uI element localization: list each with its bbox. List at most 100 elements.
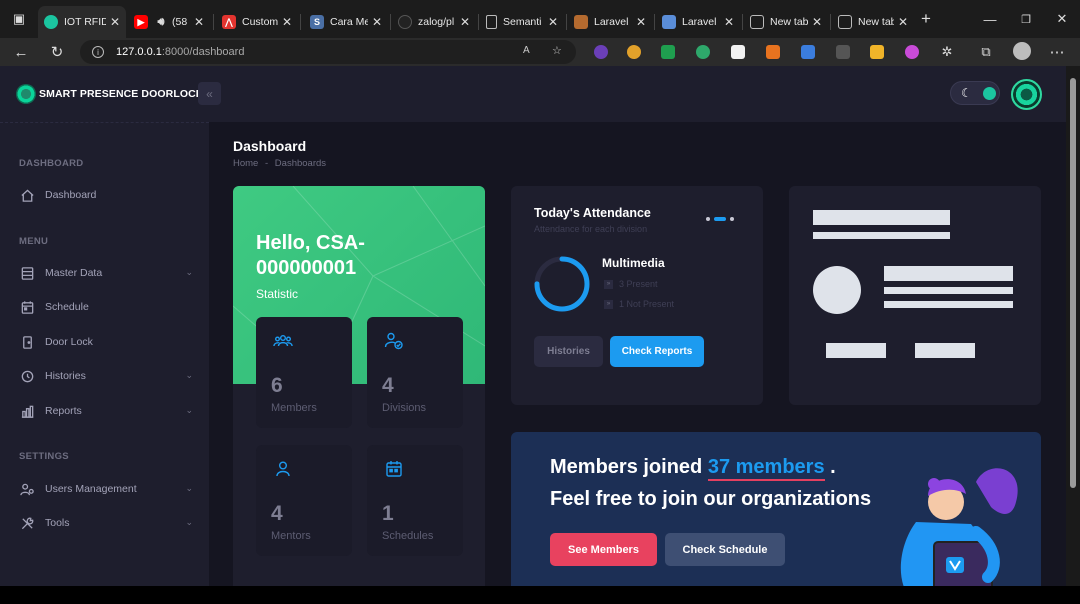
minimize-icon[interactable]: — bbox=[979, 8, 1001, 30]
restore-icon[interactable]: ❐ bbox=[1015, 8, 1037, 30]
laracasts-icon bbox=[574, 15, 588, 29]
browser-tab-8[interactable]: New tab ✕ bbox=[744, 8, 828, 36]
close-icon[interactable]: ✕ bbox=[282, 15, 292, 29]
stat-value: 1 bbox=[382, 502, 394, 525]
carousel-indicators[interactable] bbox=[706, 217, 734, 221]
youtube-icon: ▶ bbox=[134, 15, 148, 29]
sidebar-item-dashboard[interactable]: Dashboard bbox=[19, 184, 195, 206]
attendance-title: Today's Attendance bbox=[534, 206, 651, 220]
double-chevron-left-icon: « bbox=[206, 86, 213, 101]
close-icon[interactable]: ✕ bbox=[460, 15, 470, 29]
metamask-icon[interactable] bbox=[766, 45, 780, 59]
logo-icon[interactable] bbox=[16, 84, 36, 104]
present-line: » 3 Present bbox=[604, 279, 658, 289]
breadcrumb-separator: - bbox=[264, 158, 269, 169]
close-icon[interactable]: ✕ bbox=[812, 15, 822, 29]
favorite-star-icon[interactable]: ☆ bbox=[552, 44, 562, 57]
stat-card-members[interactable]: 6 Members bbox=[256, 317, 352, 428]
tab-title: Laravel bbox=[594, 16, 629, 28]
chrome-extension-icon[interactable] bbox=[627, 45, 641, 59]
attendance-division: Multimedia bbox=[602, 256, 665, 270]
stat-card-divisions[interactable]: 4 Divisions bbox=[367, 317, 463, 428]
docs-extension-icon[interactable] bbox=[801, 45, 815, 59]
s-icon: S bbox=[310, 15, 324, 29]
color-picker-icon[interactable] bbox=[905, 45, 919, 59]
browser-tab-0[interactable]: IOT RFID ✕ bbox=[38, 6, 126, 38]
collections-icon[interactable]: ⧉ bbox=[975, 41, 997, 63]
welcome-subtitle: Statistic bbox=[256, 287, 299, 301]
app-header: SMART PRESENCE DOORLOCK « ☾ bbox=[0, 66, 1066, 122]
sidebar-item-tools[interactable]: Tools ⌄ bbox=[19, 512, 195, 534]
sidebar-item-reports[interactable]: Reports ⌄ bbox=[19, 400, 195, 422]
users-gear-icon bbox=[19, 481, 36, 498]
brand-name[interactable]: SMART PRESENCE DOORLOCK bbox=[39, 88, 203, 100]
theme-toggle[interactable]: ☾ bbox=[950, 81, 1000, 105]
user-icon bbox=[276, 461, 290, 477]
browser-tab-1[interactable]: ▶ 🔊︎ (58 ✕ bbox=[128, 8, 210, 36]
stat-label: Divisions bbox=[382, 402, 427, 414]
browser-tab-7[interactable]: Laravel ✕ bbox=[656, 8, 740, 36]
close-icon[interactable]: ✕ bbox=[898, 15, 908, 29]
see-members-button[interactable]: See Members bbox=[550, 533, 657, 566]
puzzle-icon[interactable]: ✲ bbox=[936, 41, 958, 63]
sidebar-item-master-data[interactable]: Master Data ⌄ bbox=[19, 262, 195, 284]
tools-icon bbox=[19, 515, 36, 532]
extension-badge-icon[interactable] bbox=[594, 45, 608, 59]
profile-icon[interactable] bbox=[1013, 42, 1031, 60]
folder-extension-icon[interactable] bbox=[870, 45, 884, 59]
sidebar-item-door-lock[interactable]: Door Lock bbox=[19, 331, 195, 353]
tab-actions-icon[interactable]: ▣ bbox=[8, 8, 30, 30]
close-icon[interactable]: ✕ bbox=[636, 15, 646, 29]
url-input[interactable]: i 127.0.0.1:8000/dashboard A ☆ bbox=[80, 40, 576, 64]
sidebar-collapse-button[interactable]: « bbox=[198, 82, 221, 105]
sidebar-item-schedule[interactable]: Schedule bbox=[19, 296, 195, 318]
sidebar-item-label: Tools bbox=[45, 517, 70, 529]
members-banner: Members joined 37 members . Feel free to… bbox=[511, 432, 1041, 586]
bookmark-extension-icon[interactable] bbox=[731, 45, 745, 59]
new-tab-button[interactable]: + bbox=[915, 8, 937, 30]
stat-card-mentors[interactable]: 4 Mentors bbox=[256, 445, 352, 556]
code-extension-icon[interactable] bbox=[836, 45, 850, 59]
close-icon[interactable]: ✕ bbox=[110, 15, 120, 29]
browser-tab-3[interactable]: S Cara Me ✕ bbox=[304, 8, 388, 36]
banner-prefix: Members joined bbox=[550, 456, 703, 478]
chevron-down-icon: ⌄ bbox=[185, 267, 193, 277]
browser-tab-2[interactable]: ⋀ Custom ✕ bbox=[216, 8, 298, 36]
close-icon[interactable]: ✕ bbox=[194, 15, 204, 29]
close-icon[interactable]: ✕ bbox=[724, 15, 734, 29]
eye-extension-icon[interactable] bbox=[696, 45, 710, 59]
close-icon[interactable]: ✕ bbox=[372, 15, 382, 29]
browser-tab-4[interactable]: zalog/pl ✕ bbox=[392, 8, 476, 36]
stat-label: Members bbox=[271, 402, 317, 414]
avatar[interactable] bbox=[1011, 79, 1042, 110]
scrollbar-thumb[interactable] bbox=[1070, 78, 1076, 488]
browser-tab-9[interactable]: New tab ✕ bbox=[832, 8, 914, 36]
read-aloud-icon[interactable]: A bbox=[523, 45, 530, 56]
sheets-extension-icon[interactable] bbox=[661, 45, 675, 59]
speaker-icon[interactable]: 🔊︎ bbox=[154, 15, 168, 29]
sidebar-item-users-management[interactable]: Users Management ⌄ bbox=[19, 478, 195, 500]
green-globe-icon bbox=[44, 15, 58, 29]
histories-button[interactable]: Histories bbox=[534, 336, 603, 367]
info-icon[interactable]: i bbox=[92, 46, 104, 58]
stat-value: 4 bbox=[382, 374, 394, 397]
breadcrumb-home[interactable]: Home bbox=[233, 158, 258, 169]
sidebar-item-label: Users Management bbox=[45, 483, 137, 495]
placeholder-card bbox=[789, 186, 1041, 405]
sidebar-section-settings: SETTINGS bbox=[19, 451, 69, 462]
app-root: SMART PRESENCE DOORLOCK « ☾ DASHBOARD Da… bbox=[0, 66, 1066, 586]
browser-tab-6[interactable]: Laravel ✕ bbox=[568, 8, 652, 36]
home-icon bbox=[19, 187, 36, 204]
back-arrow-icon[interactable]: ← bbox=[10, 41, 32, 63]
browser-tab-5[interactable]: Semanti ✕ bbox=[480, 8, 564, 36]
stat-card-schedules[interactable]: 1 Schedules bbox=[367, 445, 463, 556]
check-schedule-button[interactable]: Check Schedule bbox=[665, 533, 785, 566]
more-icon[interactable]: ⋯ bbox=[1046, 41, 1068, 63]
window-close-icon[interactable]: ✕ bbox=[1051, 8, 1073, 30]
page-scrollbar[interactable] bbox=[1066, 66, 1080, 586]
sidebar-item-histories[interactable]: Histories ⌄ bbox=[19, 365, 195, 387]
close-icon[interactable]: ✕ bbox=[548, 15, 558, 29]
check-reports-button[interactable]: Check Reports bbox=[610, 336, 704, 367]
attendance-subtitle: Attendance for each division bbox=[534, 224, 648, 234]
reload-icon[interactable]: ↻ bbox=[46, 41, 68, 63]
